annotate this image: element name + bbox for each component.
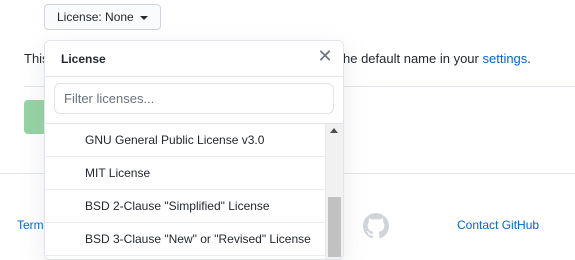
license-list: GNU General Public License v3.0 MIT Lice… <box>45 124 325 259</box>
license-item-mit[interactable]: MIT License <box>45 157 325 190</box>
close-icon[interactable]: ✕ <box>317 47 333 65</box>
license-dropdown: License ✕ GNU General Public License v3.… <box>44 40 344 260</box>
license-item-bsd2[interactable]: BSD 2-Clause "Simplified" License <box>45 190 325 223</box>
filter-section <box>45 76 343 124</box>
footer-terms-link[interactable]: Term <box>17 218 44 232</box>
scrollbar-thumb[interactable] <box>328 197 341 257</box>
license-select-button[interactable]: License: None <box>44 4 161 30</box>
dropdown-header: License ✕ <box>45 41 343 77</box>
filter-licenses-input[interactable] <box>54 83 334 114</box>
triangle-down-icon <box>139 15 148 20</box>
license-button-label: License: None <box>57 10 134 24</box>
github-logo-icon[interactable] <box>363 213 389 239</box>
license-item-gpl3[interactable]: GNU General Public License v3.0 <box>45 124 325 157</box>
list-scrollbar[interactable] <box>325 124 343 259</box>
description-text-end: he default name in your settings. <box>343 51 531 66</box>
settings-link[interactable]: settings <box>482 51 527 66</box>
description-trailing: . <box>527 51 531 66</box>
description-text: he default name in your <box>343 51 483 66</box>
footer-contact-link[interactable]: Contact GitHub <box>457 218 539 232</box>
scroll-up-arrow-icon[interactable] <box>330 128 338 133</box>
dropdown-title: License <box>61 52 106 66</box>
license-item-bsd3[interactable]: BSD 3-Clause "New" or "Revised" License <box>45 223 325 256</box>
